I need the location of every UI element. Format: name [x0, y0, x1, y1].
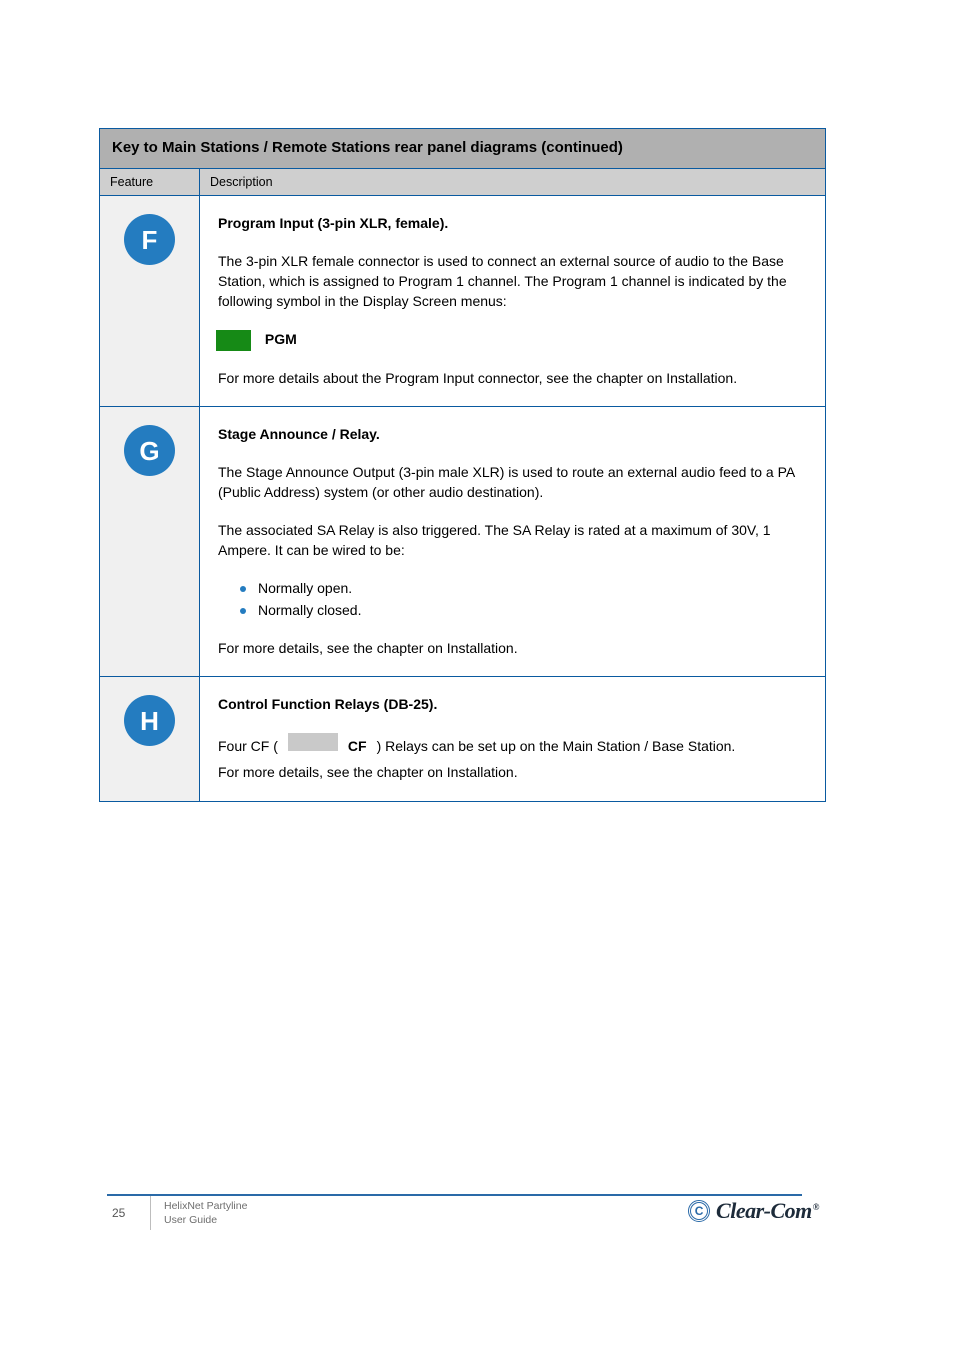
row-paragraph: For more details, see the chapter on Ins… — [218, 639, 805, 659]
table-banner: Key to Main Stations / Remote Stations r… — [100, 129, 825, 168]
bullet-text: Normally open. — [258, 579, 805, 599]
row-paragraph: For more details about the Program Input… — [218, 369, 805, 389]
list-item: Normally open. — [240, 579, 805, 599]
page-number: 25 — [112, 1206, 125, 1220]
feature-badge: H — [124, 695, 175, 746]
doc-title-line2: User Guide — [164, 1214, 217, 1226]
row-title: Program Input (3-pin XLR, female). — [218, 214, 805, 234]
feature-cell: G — [100, 407, 200, 676]
pgm-indicator-line: PGM — [218, 330, 805, 351]
logo-text: Clear-Com® — [716, 1198, 819, 1224]
logo-text-value: Clear-Com — [716, 1198, 812, 1223]
doc-title-line1: HelixNet Partyline — [164, 1200, 247, 1212]
table-row: G Stage Announce / Relay. The Stage Anno… — [100, 406, 825, 676]
cf-text-suffix: ) Relays can be set up on the Main Stati… — [377, 737, 736, 757]
pgm-label: PGM — [265, 331, 297, 347]
cf-swatch-icon — [288, 733, 338, 751]
cf-relay-line: Four CF ( CF ) Relays can be set up on t… — [218, 733, 805, 757]
table-header-row: Feature Description — [100, 168, 825, 195]
description-cell: Program Input (3-pin XLR, female). The 3… — [200, 196, 825, 406]
footer-rule — [107, 1194, 802, 1196]
table-row: F Program Input (3-pin XLR, female). The… — [100, 195, 825, 406]
feature-badge: F — [124, 214, 175, 265]
feature-cell: F — [100, 196, 200, 406]
doc-title: HelixNet Partyline User Guide — [164, 1200, 247, 1227]
bullet-list: Normally open. Normally closed. — [218, 579, 805, 621]
row-paragraph: The 3-pin XLR female connector is used t… — [218, 252, 805, 312]
col-header-description: Description — [200, 169, 825, 195]
brand-logo: C Clear-Com® — [688, 1198, 819, 1224]
cf-text-prefix: Four CF ( — [218, 737, 278, 757]
cf-swatch-label: CF — [348, 737, 367, 757]
bullet-dot-icon — [240, 586, 246, 592]
feature-cell: H — [100, 677, 200, 801]
footer-divider — [150, 1196, 151, 1230]
description-cell: Control Function Relays (DB-25). Four CF… — [200, 677, 825, 801]
feature-badge: G — [124, 425, 175, 476]
row-paragraph: For more details, see the chapter on Ins… — [218, 763, 805, 783]
registered-mark-icon: ® — [813, 1202, 819, 1212]
feature-table: Key to Main Stations / Remote Stations r… — [99, 128, 826, 802]
description-cell: Stage Announce / Relay. The Stage Announ… — [200, 407, 825, 676]
pgm-green-icon — [216, 330, 251, 351]
col-header-feature: Feature — [100, 169, 200, 195]
page: Key to Main Stations / Remote Stations r… — [0, 0, 954, 1350]
logo-mark-icon: C — [688, 1200, 710, 1222]
list-item: Normally closed. — [240, 601, 805, 621]
row-paragraph: The Stage Announce Output (3-pin male XL… — [218, 463, 805, 503]
row-title: Control Function Relays (DB-25). — [218, 695, 805, 715]
bullet-dot-icon — [240, 608, 246, 614]
bullet-text: Normally closed. — [258, 601, 805, 621]
table-row: H Control Function Relays (DB-25). Four … — [100, 676, 825, 801]
row-paragraph: The associated SA Relay is also triggere… — [218, 521, 805, 561]
row-title: Stage Announce / Relay. — [218, 425, 805, 445]
